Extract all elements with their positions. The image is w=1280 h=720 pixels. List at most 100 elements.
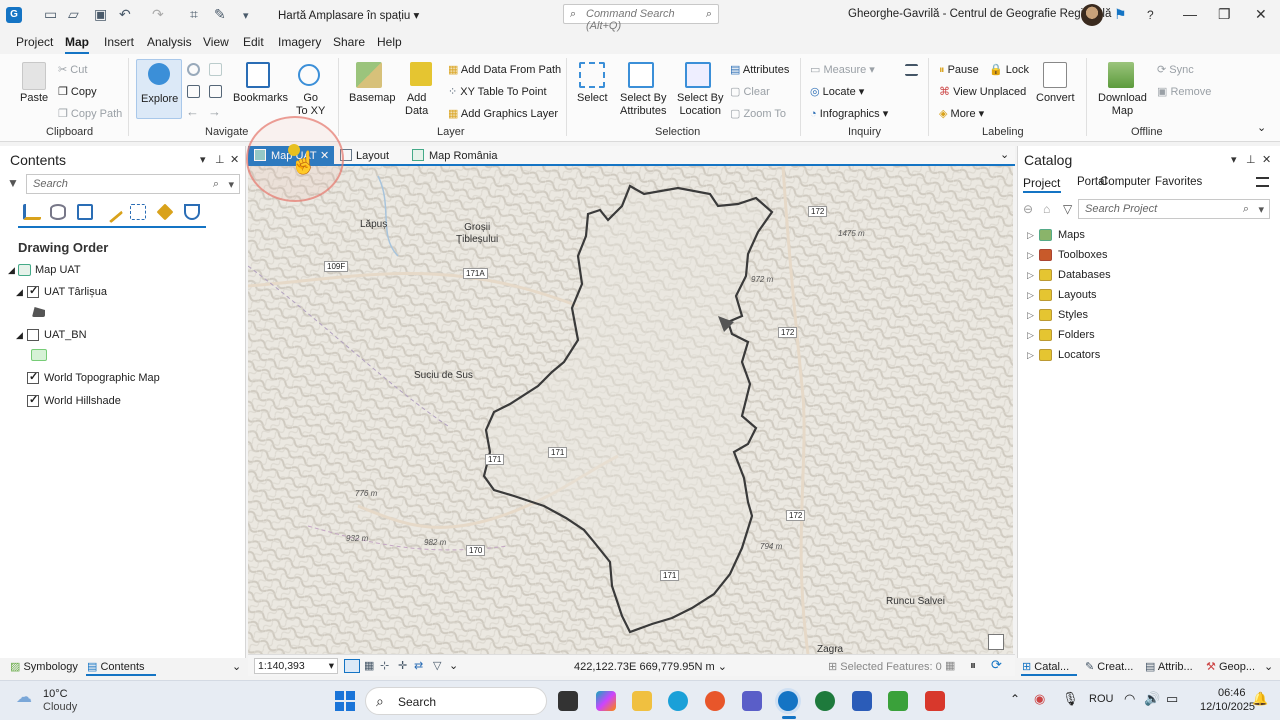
microphone-icon[interactable]: 🎙: [1062, 691, 1079, 707]
edit-icon[interactable]: ✎: [214, 6, 226, 23]
save-icon[interactable]: ▣: [94, 6, 107, 23]
layer-visibility-checkbox[interactable]: [27, 393, 39, 407]
list-options-icon[interactable]: [905, 64, 918, 76]
collapse-ribbon-icon[interactable]: ⌄: [1257, 122, 1266, 135]
expand-icon[interactable]: ▷: [1027, 290, 1034, 301]
tab-insert[interactable]: Insert: [104, 35, 134, 49]
fill-symbol-icon[interactable]: [31, 349, 47, 361]
previous-extent-icon[interactable]: ←: [186, 105, 199, 118]
grid-icon[interactable]: [344, 659, 360, 673]
tab-map[interactable]: Map: [65, 35, 89, 54]
app-icon[interactable]: [888, 691, 908, 711]
contents-search-input[interactable]: Search ⌕ ▾: [26, 174, 240, 194]
firefox-icon[interactable]: [705, 691, 725, 711]
notification-bell-icon[interactable]: 🔔: [1252, 691, 1268, 707]
open-project-icon[interactable]: ▱: [68, 6, 79, 23]
snapping-icon[interactable]: ⊹: [380, 659, 389, 672]
layer-visibility-checkbox[interactable]: [27, 370, 39, 384]
xy-table-to-point-button[interactable]: ⁘ XY Table To Point: [448, 86, 547, 99]
notifications-icon[interactable]: ⚑: [1114, 6, 1127, 23]
weather-cloud-icon[interactable]: ☁: [16, 687, 32, 707]
bottom-pane-options-icon[interactable]: ⌄: [232, 660, 241, 673]
tab-geoprocessing[interactable]: ⚒ Geop...: [1206, 660, 1255, 673]
locate-button[interactable]: ◎ Locate ▾: [810, 86, 864, 99]
catalog-item-styles[interactable]: Styles: [1058, 309, 1088, 321]
filter-icon[interactable]: ▽: [1063, 202, 1072, 216]
view-unplaced-button[interactable]: ⌘ View Unplaced: [939, 86, 1026, 99]
fixed-zoom-icon[interactable]: [209, 63, 222, 76]
catalog-tab-favorites[interactable]: Favorites: [1155, 176, 1202, 188]
tab-view[interactable]: View: [203, 35, 229, 49]
selection-toggle-icon[interactable]: ▦: [945, 659, 955, 672]
list-by-labeling-icon[interactable]: [156, 203, 174, 221]
catalog-item-maps[interactable]: Maps: [1058, 229, 1085, 241]
volume-icon[interactable]: 🔊: [1144, 691, 1160, 707]
bottom-pane-options-icon[interactable]: ⌄: [1264, 660, 1273, 673]
list-by-selection-icon[interactable]: [77, 204, 93, 220]
lock-labels-button[interactable]: 🔒 Lock: [989, 64, 1029, 77]
tab-symbology[interactable]: ▨ Symbology: [10, 660, 78, 673]
document-title[interactable]: Hartă Amplasare în spațiu ▾: [278, 8, 419, 22]
polygon-symbol-icon[interactable]: [32, 307, 45, 317]
input-language[interactable]: ROU: [1089, 693, 1113, 705]
layer-world-topographic-map[interactable]: World Topographic Map: [44, 372, 160, 384]
copilot-icon[interactable]: [596, 691, 616, 711]
arcgis-pro-taskbar-icon[interactable]: [778, 691, 798, 711]
zoom-in-fixed-icon[interactable]: [187, 85, 200, 98]
layer-uat-tarlisua[interactable]: UAT Târlișua: [44, 286, 107, 298]
explore-button[interactable]: Explore: [136, 59, 182, 119]
layer-world-hillshade[interactable]: World Hillshade: [44, 395, 121, 407]
new-project-icon[interactable]: ▭: [44, 6, 57, 23]
expand-icon[interactable]: ▷: [1027, 330, 1034, 341]
expand-icon[interactable]: ◢: [16, 330, 23, 341]
tab-list-dropdown-icon[interactable]: ⌄: [1000, 148, 1009, 161]
tab-layout[interactable]: Layout: [338, 146, 404, 166]
crosshair-icon[interactable]: ✛: [398, 659, 407, 672]
pause-drawing-icon[interactable]: ⏸: [970, 658, 976, 673]
add-data-button[interactable]: Add Data: [405, 92, 428, 118]
list-by-perspective-icon[interactable]: [184, 204, 200, 220]
avatar[interactable]: [1081, 4, 1103, 26]
scale-selector[interactable]: 1:140,393 ▾: [254, 658, 338, 674]
add-data-from-path-button[interactable]: ▦ Add Data From Path: [448, 64, 561, 77]
list-by-snapping-icon[interactable]: [130, 204, 146, 220]
clock-time[interactable]: 06:46: [1218, 687, 1246, 699]
minimize-icon[interactable]: —: [1183, 6, 1197, 22]
catalog-item-databases[interactable]: Databases: [1058, 269, 1111, 281]
tab-analysis[interactable]: Analysis: [147, 35, 192, 49]
catalog-tab-computer[interactable]: Computer: [1100, 176, 1151, 188]
restore-icon[interactable]: ❐: [1218, 6, 1231, 23]
pin-icon[interactable]: ⊥: [1246, 153, 1256, 166]
tab-attributes[interactable]: ▤ Attrib...: [1145, 660, 1193, 673]
home-icon[interactable]: ⌂: [1043, 202, 1050, 216]
edge-icon[interactable]: [668, 691, 688, 711]
signed-in-user[interactable]: Gheorghe-Gavrilă - Centrul de Geografie …: [848, 8, 1111, 20]
tab-catalog[interactable]: ⊞ Catal...: [1022, 660, 1069, 673]
copy-path-button[interactable]: ❐ Copy Path: [58, 108, 122, 121]
catalog-tab-project[interactable]: Project: [1023, 176, 1060, 190]
expand-icon[interactable]: ▷: [1027, 250, 1034, 261]
coordinate-readout[interactable]: 422,122.73E 669,779.95N m ⌄: [574, 660, 727, 673]
expand-icon[interactable]: ▷: [1027, 350, 1034, 361]
taskbar-search-input[interactable]: ⌕ Search: [365, 687, 547, 715]
more-labeling-button[interactable]: ◈ More ▾: [939, 108, 984, 121]
table-icon[interactable]: ▦: [364, 659, 374, 672]
wifi-icon[interactable]: ◠: [1124, 691, 1135, 707]
filter-icon[interactable]: ▽: [433, 659, 441, 672]
tab-edit[interactable]: Edit: [243, 35, 264, 49]
select-by-location-button[interactable]: Select By Location: [677, 92, 723, 118]
customize-qat-icon[interactable]: ▾: [243, 9, 249, 22]
redo-icon[interactable]: ↷: [152, 6, 164, 23]
qgis-icon[interactable]: [815, 691, 835, 711]
refresh-map-icon[interactable]: ⟳: [991, 657, 1002, 673]
help-icon[interactable]: ?: [1147, 8, 1154, 22]
back-icon[interactable]: ⊖: [1023, 202, 1033, 216]
list-by-editing-icon[interactable]: [100, 200, 124, 224]
file-explorer-icon[interactable]: [632, 691, 652, 711]
tab-help[interactable]: Help: [377, 35, 402, 49]
zoom-to-button[interactable]: ▢ Zoom To: [730, 108, 786, 121]
tab-imagery[interactable]: Imagery: [278, 35, 321, 49]
windows-start-icon[interactable]: [335, 691, 355, 711]
catalog-item-folders[interactable]: Folders: [1058, 329, 1095, 341]
clear-button[interactable]: ▢ Clear: [730, 86, 770, 99]
